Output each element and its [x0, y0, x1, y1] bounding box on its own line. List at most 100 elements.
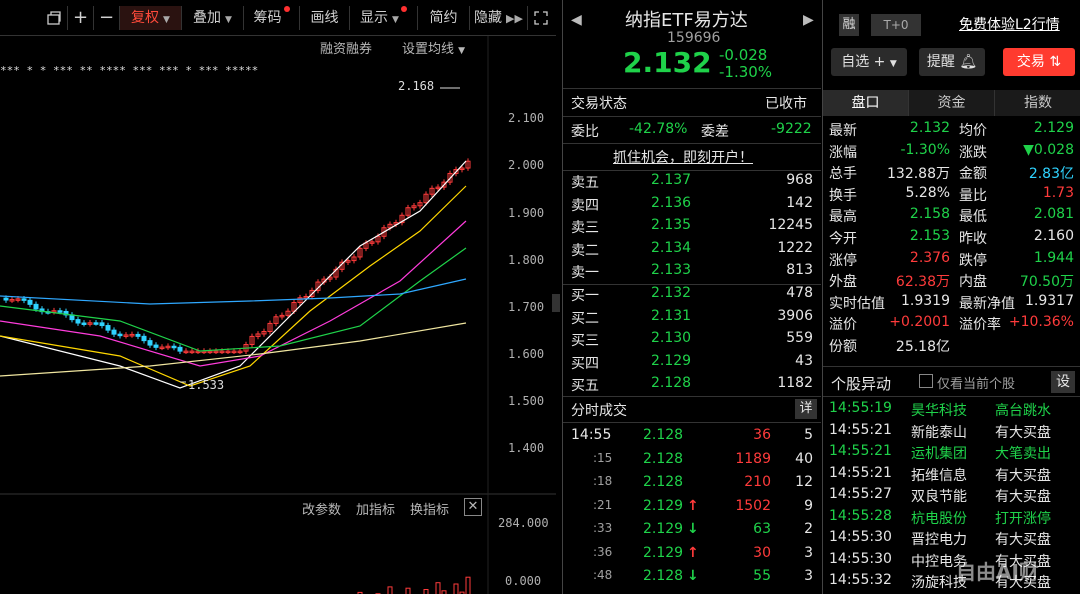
move-time: 14:55:30 — [829, 529, 892, 545]
alert-button[interactable]: 提醒 🔔︎ — [919, 48, 985, 76]
tick-volume: 1502 — [735, 497, 771, 514]
moves-settings-button[interactable]: 设 — [1051, 371, 1075, 393]
stock-move-row[interactable]: 14:55:21 新能泰山 有大买盘 — [829, 422, 1075, 444]
tick-volume: 1189 — [735, 450, 771, 467]
stock-move-row[interactable]: 14:55:27 双良节能 有大买盘 — [829, 486, 1075, 508]
volume-axis-top: 284.000 — [498, 516, 549, 530]
toolbar-draw-button[interactable]: 画线 — [300, 6, 350, 30]
order-level-label: 卖三 — [571, 220, 599, 236]
toolbar-overlay-button[interactable]: 叠加 ▼ — [182, 6, 244, 30]
toolbar-hide-button[interactable]: 隐藏 ▶▶ — [470, 6, 528, 30]
switch-indicator-button[interactable]: 换指标 — [410, 499, 449, 518]
volume-bar — [465, 576, 471, 594]
margin-trading-link[interactable]: 融资融券 — [320, 38, 372, 57]
order-price: 2.130 — [651, 330, 692, 346]
order-book-row[interactable]: 卖二 2.134 1222 — [563, 240, 821, 261]
price-axis-tick: 1.700 — [508, 300, 545, 314]
order-book-row[interactable]: 买三 2.130 559 — [563, 330, 821, 351]
order-book-row[interactable]: 买四 2.129 43 — [563, 353, 821, 374]
order-volume: 43 — [795, 352, 813, 369]
only-current-checkbox[interactable] — [919, 374, 933, 388]
stat-label: 份额 — [829, 339, 857, 355]
toolbar-chips-button[interactable]: 筹码 — [244, 6, 300, 30]
ma-settings-dropdown[interactable]: 设置均线 ▼ — [402, 38, 465, 57]
order-book-row[interactable]: 卖五 2.137 968 — [563, 172, 821, 193]
tick-time: :36 — [593, 544, 613, 559]
stat-value: ▼0.028 — [1023, 141, 1074, 158]
trade-button[interactable]: 交易 ⇅ — [1003, 48, 1075, 76]
order-book-row[interactable]: 买一 2.132 478 — [563, 285, 821, 306]
zoom-out-icon[interactable]: − — [94, 6, 120, 30]
add-indicator-button[interactable]: 加指标 — [356, 499, 395, 518]
zoom-in-icon[interactable]: + — [68, 6, 94, 30]
order-book-row[interactable]: 卖四 2.136 142 — [563, 195, 821, 216]
stat-label: 外盘 — [829, 274, 857, 291]
open-account-link[interactable]: 抓住机会，即刻开户！ — [613, 147, 753, 167]
price-axis-tick: 1.400 — [508, 441, 545, 455]
stock-move-row[interactable]: 14:55:30 晋控电力 有大买盘 — [829, 529, 1075, 551]
ticks-detail-button[interactable]: 详 — [795, 399, 817, 419]
stock-move-row[interactable]: 14:55:19 昊华科技 高台跳水 — [829, 400, 1075, 422]
price-axis-tick: 2.100 — [508, 111, 545, 125]
weicha-value: -9222 — [771, 121, 812, 137]
stock-name: 纳指ETF易方达 — [625, 10, 748, 31]
toolbar-fuquan-label: 复权 — [131, 10, 160, 26]
stat-label: 涨停 — [829, 252, 857, 269]
toolbar-simple-button[interactable]: 简约 — [418, 6, 470, 30]
arrow-up-icon: ↑ — [687, 544, 699, 561]
stat-value: 132.88万 — [887, 166, 950, 183]
stat-label: 涨幅 — [829, 144, 857, 161]
stat-value: 2.129 — [1033, 120, 1074, 136]
bell-icon: 🔔︎ — [959, 54, 978, 70]
order-book-row[interactable]: 卖三 2.135 12245 — [563, 217, 821, 238]
event-markers: *** * * *** ** **** *** *** * *** ***** — [0, 64, 258, 77]
candle-body — [3, 297, 9, 301]
tab-pankou[interactable]: 盘口 — [823, 90, 909, 116]
stock-move-row[interactable]: 14:55:28 杭电股份 打开涨停 — [829, 508, 1075, 530]
order-book-row[interactable]: 买二 2.131 3906 — [563, 308, 821, 329]
trade-status-label: 交易状态 — [571, 96, 627, 112]
candle-body — [117, 333, 123, 337]
tick-row: :21 2.129 ↑ 1502 9 — [563, 498, 821, 519]
tick-price: 2.129 — [643, 497, 684, 514]
change-params-button[interactable]: 改参数 — [302, 499, 341, 518]
stat-value: 1.9317 — [1025, 292, 1074, 309]
low-marker: 1.533 — [188, 378, 225, 392]
stat-label: 最低 — [959, 209, 987, 226]
move-time: 14:55:19 — [829, 400, 892, 416]
price-axis-tick: 1.600 — [508, 347, 545, 361]
prev-stock-icon[interactable]: ◀ — [571, 12, 582, 28]
stat-value: 1.73 — [1042, 184, 1074, 201]
tab-index[interactable]: 指数 — [995, 90, 1080, 116]
fullscreen-icon[interactable] — [528, 6, 554, 30]
stock-move-row[interactable]: 14:55:21 运机集团 大笔卖出 — [829, 443, 1075, 465]
order-price: 2.129 — [651, 352, 692, 369]
stat-label: 溢价 — [829, 317, 857, 334]
toolbar-display-button[interactable]: 显示 ▼ — [350, 6, 418, 30]
stat-label: 最新净值 — [959, 295, 1015, 312]
panel-splitter-handle[interactable] — [552, 294, 560, 312]
price-change-pct: -1.30% — [719, 63, 773, 81]
toolbar-fuquan-button[interactable]: 复权 ▼ — [120, 6, 182, 30]
candle-body — [153, 344, 159, 348]
close-indicator-icon[interactable]: ✕ — [464, 498, 482, 516]
free-l2-link[interactable]: 免费体验L2行情 — [959, 14, 1060, 34]
order-book-row[interactable]: 卖一 2.133 813 — [563, 262, 821, 283]
stock-move-row[interactable]: 14:55:21 拓维信息 有大买盘 — [829, 465, 1075, 487]
tick-row: :33 2.129 ↓ 63 2 — [563, 521, 821, 542]
high-marker: 2.168 — [398, 79, 435, 93]
window-icon[interactable] — [40, 6, 68, 30]
price-axis-tick: 1.800 — [508, 253, 545, 267]
next-stock-icon[interactable]: ▶ — [803, 12, 814, 28]
watchlist-button[interactable]: 自选 + ▼ — [831, 48, 907, 76]
ticks-title: 分时成交 — [571, 403, 627, 419]
candle-body — [93, 322, 99, 325]
kline-chart[interactable]: *** * * *** ** **** *** *** * *** ***** … — [0, 36, 560, 594]
tick-count: 3 — [804, 544, 813, 561]
stat-value: 1.944 — [1033, 249, 1074, 266]
tab-funds[interactable]: 资金 — [909, 90, 995, 116]
order-book-row[interactable]: 买五 2.128 1182 — [563, 375, 821, 396]
move-stock-name: 晋控电力 — [911, 532, 967, 548]
tick-time: :21 — [593, 497, 613, 512]
tick-row: :18 2.128 210 12 — [563, 474, 821, 495]
